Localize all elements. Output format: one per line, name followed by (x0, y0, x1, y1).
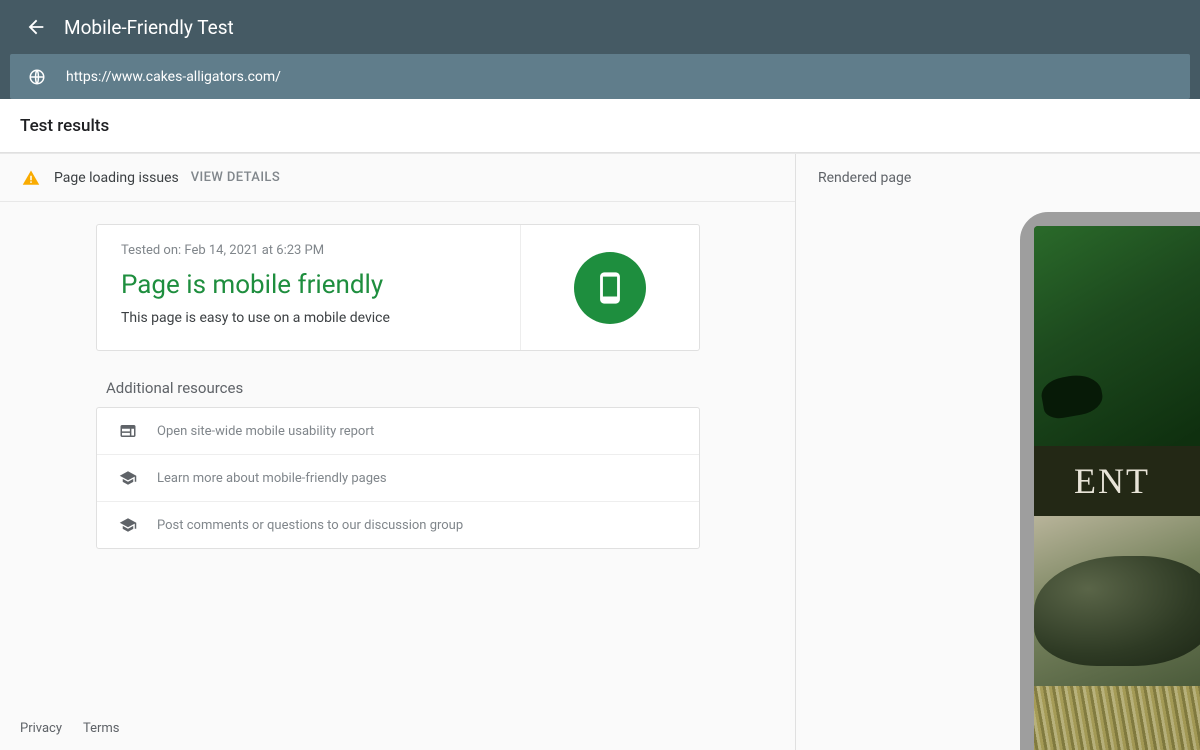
rendered-page-column: Rendered page ENT (796, 154, 1200, 750)
privacy-link[interactable]: Privacy (20, 721, 62, 736)
resource-label: Open site-wide mobile usability report (157, 424, 374, 439)
url-bar[interactable]: https://www.cakes-alligators.com/ (10, 54, 1190, 99)
resource-discussion[interactable]: Post comments or questions to our discus… (97, 502, 699, 548)
resource-label: Post comments or questions to our discus… (157, 518, 463, 533)
content-area: Page loading issues VIEW DETAILS Tested … (0, 153, 1200, 750)
result-card: Tested on: Feb 14, 2021 at 6:23 PM Page … (96, 224, 700, 351)
tested-url: https://www.cakes-alligators.com/ (66, 69, 281, 85)
resource-learn-more[interactable]: Learn more about mobile-friendly pages (97, 455, 699, 502)
issues-text: Page loading issues (54, 170, 179, 186)
resource-usability-report[interactable]: Open site-wide mobile usability report (97, 408, 699, 455)
tested-timestamp: Tested on: Feb 14, 2021 at 6:23 PM (121, 243, 496, 258)
footer-links: Privacy Terms (20, 721, 138, 736)
section-title: Test results (20, 116, 109, 136)
globe-icon (28, 68, 46, 86)
section-header: Test results (0, 99, 1200, 153)
view-details-link[interactable]: VIEW DETAILS (191, 170, 280, 185)
results-column: Page loading issues VIEW DETAILS Tested … (0, 154, 796, 750)
issues-bar: Page loading issues VIEW DETAILS (0, 154, 795, 202)
rendered-banner-text: ENT (1074, 460, 1150, 502)
additional-resources-title: Additional resources (106, 379, 795, 397)
school-icon (117, 467, 139, 489)
app-header: Mobile-Friendly Test (0, 0, 1200, 54)
warning-icon (22, 169, 40, 187)
school-icon (117, 514, 139, 536)
phone-frame: ENT (1020, 212, 1200, 750)
rendered-page-title: Rendered page (796, 154, 1200, 202)
back-button[interactable] (16, 7, 56, 47)
result-badge-area (521, 225, 699, 350)
url-bar-container: https://www.cakes-alligators.com/ (0, 54, 1200, 99)
result-subtext: This page is easy to use on a mobile dev… (121, 310, 496, 326)
result-summary: Tested on: Feb 14, 2021 at 6:23 PM Page … (97, 225, 521, 350)
result-heading: Page is mobile friendly (121, 270, 496, 300)
arrow-left-icon (25, 16, 47, 38)
smartphone-icon (593, 271, 627, 305)
app-title: Mobile-Friendly Test (64, 16, 234, 39)
web-icon (117, 420, 139, 442)
terms-link[interactable]: Terms (83, 721, 120, 736)
resources-card: Open site-wide mobile usability report L… (96, 407, 700, 549)
resource-label: Learn more about mobile-friendly pages (157, 471, 387, 486)
rendered-screenshot[interactable]: ENT (1034, 226, 1200, 750)
mobile-friendly-badge (574, 252, 646, 324)
